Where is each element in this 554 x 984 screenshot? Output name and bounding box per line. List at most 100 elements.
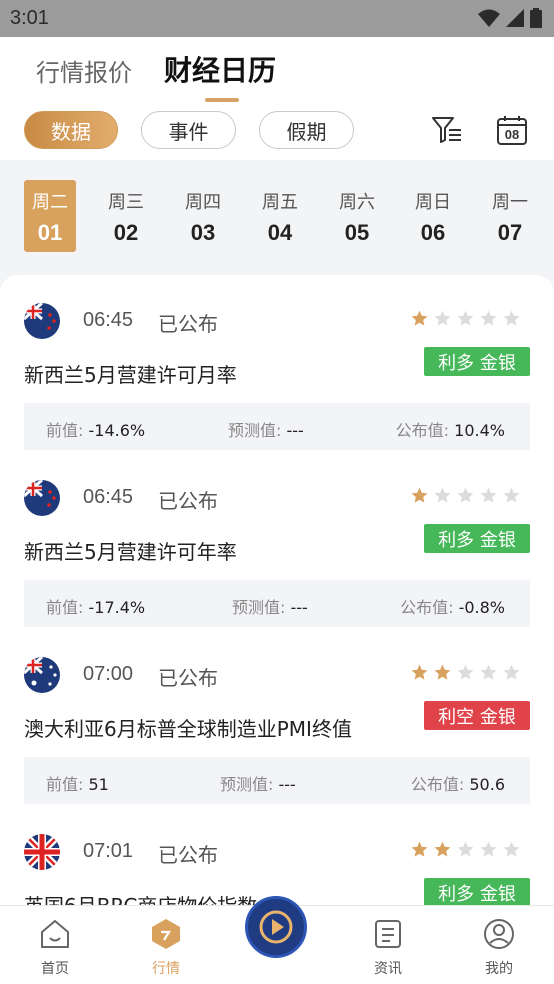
actual-value: 10.4% [454, 421, 505, 440]
event-time: 07:01 [83, 840, 134, 862]
previous-value: -17.4% [88, 598, 146, 617]
star-empty-icon [480, 841, 497, 857]
importance-stars [410, 663, 521, 682]
star-empty-icon [480, 664, 497, 680]
day-weekday: 周四 [185, 192, 221, 213]
impact-badge: 利空 金银 [424, 701, 530, 730]
home-icon [41, 920, 69, 948]
news-icon [375, 920, 401, 948]
actual-value-group: 公布值: 50.6 [411, 771, 505, 795]
tab-economic-calendar[interactable]: 财经日历 [164, 49, 276, 89]
day-weekday: 周二 [32, 192, 68, 213]
event-status: 已公布 [158, 489, 218, 513]
event-item[interactable]: 07:00 已公布 澳大利亚6月标普全球制造业PMI终值 利空 金银 前值: 5… [0, 629, 554, 806]
event-title: 新西兰5月营建许可月率 [24, 363, 237, 387]
previous-value-group: 前值: -14.6% [46, 417, 145, 441]
star-filled-icon [434, 664, 451, 680]
status-icons [478, 8, 542, 28]
star-empty-icon [457, 487, 474, 503]
chip-events-label: 事件 [168, 119, 209, 144]
actual-label: 公布值: [400, 598, 454, 617]
nav-profile-label: 我的 [485, 961, 513, 977]
star-empty-icon [503, 841, 520, 857]
star-empty-icon [480, 310, 497, 326]
event-status: 已公布 [158, 666, 218, 690]
event-time: 06:45 [83, 486, 134, 508]
day-thu-03[interactable]: 周四 03 [177, 180, 229, 252]
star-empty-icon [434, 310, 451, 326]
day-sat-05[interactable]: 周六 05 [331, 180, 383, 252]
previous-value-group: 前值: 51 [46, 771, 109, 795]
day-sun-06[interactable]: 周日 06 [407, 180, 459, 252]
battery-icon [530, 8, 542, 28]
day-wed-02[interactable]: 周三 02 [100, 180, 152, 252]
event-title: 新西兰5月营建许可年率 [24, 540, 237, 564]
actual-label: 公布值: [410, 775, 465, 794]
event-item[interactable]: 06:45 已公布 新西兰5月营建许可年率 利多 金银 前值: -17.4% 预… [0, 452, 554, 629]
wifi-icon [478, 9, 500, 27]
actual-value: 50.6 [469, 775, 505, 794]
nav-news[interactable]: 资讯 [358, 918, 418, 978]
event-item[interactable]: 07:01 已公布 英国6月BRC商店物价指数 利多 金银 [0, 806, 554, 905]
star-filled-icon [411, 487, 428, 503]
nav-market[interactable]: 行情 [136, 918, 196, 978]
day-mon-07[interactable]: 周一 07 [484, 180, 536, 252]
signal-icon [506, 9, 524, 27]
center-play-button[interactable] [245, 896, 307, 958]
event-title: 澳大利亚6月标普全球制造业PMI终值 [24, 717, 352, 741]
calendar-icon[interactable]: 08 [496, 114, 528, 146]
nav-profile[interactable]: 我的 [469, 918, 529, 978]
previous-value: 51 [88, 775, 109, 794]
chip-holidays[interactable]: 假期 [259, 111, 354, 149]
bottom-nav: 首页 行情 资讯 我的 [0, 896, 554, 984]
status-time: 3:01 [10, 7, 49, 29]
day-weekday: 周六 [339, 192, 375, 213]
chip-holidays-label: 假期 [286, 119, 327, 144]
day-date: 04 [267, 220, 293, 245]
day-date: 01 [37, 220, 63, 245]
event-list: 06:45 已公布 新西兰5月营建许可月率 利多 金银 前值: -14.6% 预… [0, 275, 554, 905]
day-date: 05 [344, 220, 370, 245]
header: 行情报价 财经日历 数据 事件 假期 08 [0, 37, 554, 160]
star-empty-icon [503, 487, 520, 503]
impact-badge: 利多 金银 [424, 524, 530, 553]
nav-home[interactable]: 首页 [25, 918, 85, 978]
day-weekday: 周一 [492, 192, 528, 213]
forecast-value: --- [286, 421, 304, 440]
forecast-label: 预测值: [220, 775, 274, 794]
star-filled-icon [411, 841, 428, 857]
day-weekday: 周五 [262, 192, 298, 213]
event-values: 前值: -17.4% 预测值: --- 公布值: -0.8% [24, 580, 530, 627]
star-filled-icon [411, 310, 428, 326]
star-empty-icon [434, 487, 451, 503]
chip-events[interactable]: 事件 [141, 111, 236, 149]
active-tab-indicator [205, 98, 239, 102]
filter-list-icon[interactable] [431, 114, 463, 146]
star-empty-icon [457, 310, 474, 326]
event-item[interactable]: 06:45 已公布 新西兰5月营建许可月率 利多 金银 前值: -14.6% 预… [0, 275, 554, 452]
date-strip: 周二 01 周三 02 周四 03 周五 04 周六 05 周日 06 周一 07 [0, 160, 554, 275]
nav-home-label: 首页 [41, 961, 69, 977]
nav-news-label: 资讯 [374, 961, 402, 977]
forecast-value: --- [278, 775, 296, 794]
event-status: 已公布 [158, 312, 218, 336]
forecast-value-group: 预测值: --- [228, 417, 304, 441]
day-weekday: 周日 [415, 192, 451, 213]
star-empty-icon [503, 310, 520, 326]
previous-value: -14.6% [88, 421, 146, 440]
event-time: 06:45 [83, 309, 134, 331]
day-tue-01[interactable]: 周二 01 [24, 180, 76, 252]
uk-flag-icon [24, 834, 60, 870]
star-empty-icon [480, 487, 497, 503]
chip-data[interactable]: 数据 [24, 111, 118, 149]
tab-market-quotes[interactable]: 行情报价 [36, 53, 132, 88]
day-fri-04[interactable]: 周五 04 [254, 180, 306, 252]
star-empty-icon [503, 664, 520, 680]
new-zealand-flag-icon [24, 480, 60, 516]
event-status: 已公布 [158, 843, 218, 867]
day-date: 03 [190, 220, 216, 245]
event-values: 前值: -14.6% 预测值: --- 公布值: 10.4% [24, 403, 530, 450]
forecast-value: --- [290, 598, 308, 617]
day-weekday: 周三 [108, 192, 144, 213]
nav-market-label: 行情 [152, 961, 180, 977]
